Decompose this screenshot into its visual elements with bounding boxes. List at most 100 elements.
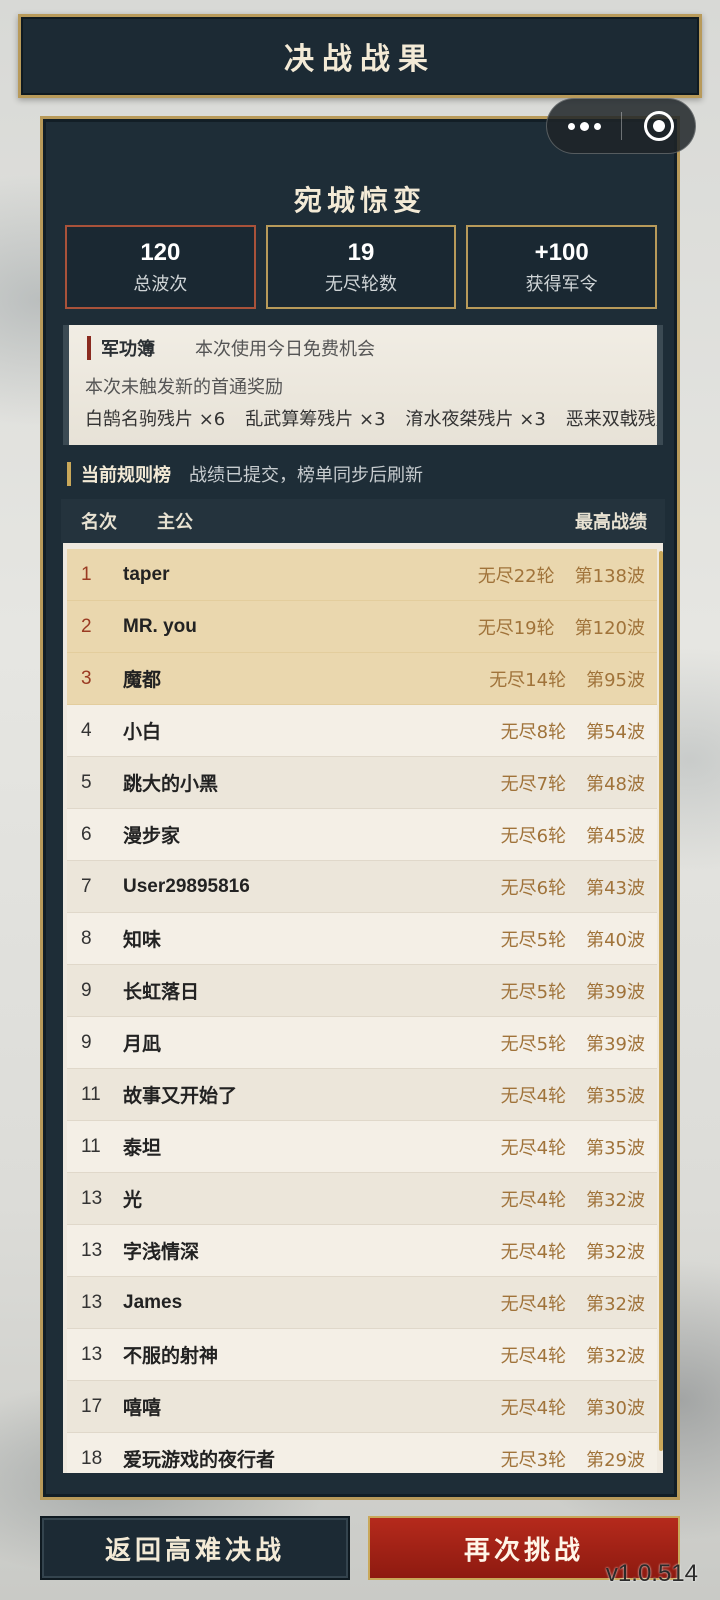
- row-name: 魔都: [123, 670, 162, 691]
- table-row[interactable]: 3 魔都 无尽14轮 第95波: [67, 653, 657, 705]
- row-name: 嘻嘻: [123, 1398, 162, 1419]
- mini-program-capsule: [546, 98, 696, 154]
- row-wave: 第32波: [586, 1241, 645, 1263]
- row-wave: 第120波: [574, 617, 645, 639]
- row-rank: 13: [81, 1343, 103, 1365]
- table-row[interactable]: 13 字浅情深 无尽4轮 第32波: [67, 1225, 657, 1277]
- stat-label: 获得军令: [525, 273, 598, 295]
- row-endless: 无尽4轮: [500, 1241, 567, 1263]
- row-endless: 无尽22轮: [477, 565, 555, 587]
- table-row[interactable]: 18 爱玩游戏的夜行者 无尽3轮 第29波: [67, 1433, 657, 1473]
- table-row[interactable]: 6 漫步家 无尽6轮 第45波: [67, 809, 657, 861]
- stats-row: 120 总波次 19 无尽轮数 +100 获得军令: [65, 225, 658, 309]
- table-row[interactable]: 2 MR. you 无尽19轮 第120波: [67, 601, 657, 653]
- row-wave: 第32波: [586, 1189, 645, 1211]
- col-rank: 名次: [81, 512, 117, 533]
- row-rank: 7: [81, 875, 92, 897]
- row-name: 月凪: [123, 1034, 162, 1055]
- table-row[interactable]: 9 月凪 无尽5轮 第39波: [67, 1017, 657, 1069]
- row-endless: 无尽5轮: [500, 981, 567, 1003]
- stat-label: 总波次: [133, 273, 188, 295]
- row-wave: 第54波: [586, 721, 645, 743]
- page-title: 决战战果: [284, 42, 436, 77]
- row-endless: 无尽6轮: [500, 877, 567, 899]
- merit-rewards: 白鹄名驹残片 ×6 乱武算筹残片 ×3 淯水夜桀残片 ×3 恶来双戟残片: [85, 405, 663, 431]
- row-endless: 无尽4轮: [500, 1189, 567, 1211]
- merit-note: 本次使用今日免费机会: [195, 339, 375, 360]
- row-name: 漫步家: [123, 826, 181, 847]
- table-row[interactable]: 11 故事又开始了 无尽4轮 第35波: [67, 1069, 657, 1121]
- scrollbar[interactable]: [659, 551, 663, 1451]
- row-rank: 13: [81, 1187, 103, 1209]
- more-icon[interactable]: [547, 99, 621, 153]
- leaderboard-accent-bar: [67, 462, 71, 486]
- row-rank: 8: [81, 927, 92, 949]
- row-wave: 第32波: [586, 1345, 645, 1367]
- row-endless: 无尽6轮: [500, 825, 567, 847]
- row-name: 跳大的小黑: [123, 774, 219, 795]
- row-rank: 9: [81, 1031, 92, 1053]
- row-name: 泰坦: [123, 1138, 162, 1159]
- row-name: 长虹落日: [123, 982, 200, 1003]
- merit-title: 军功簿: [101, 339, 155, 360]
- row-name: taper: [123, 563, 170, 585]
- table-row[interactable]: 11 泰坦 无尽4轮 第35波: [67, 1121, 657, 1173]
- leaderboard-header: 名次 主公 最高战绩: [61, 499, 665, 543]
- row-endless: 无尽4轮: [500, 1293, 567, 1315]
- leaderboard-subtitle: 战绩已提交，榜单同步后刷新: [189, 465, 423, 486]
- row-name: James: [123, 1291, 183, 1313]
- row-wave: 第32波: [586, 1293, 645, 1315]
- row-name: 知味: [123, 930, 162, 951]
- stat-orders-gained: +100 获得军令: [466, 225, 658, 309]
- leaderboard-list[interactable]: 1 taper 无尽22轮 第138波 2 MR. you 无尽19轮 第120波 3 魔都 无尽1…: [63, 543, 663, 1473]
- table-row[interactable]: 13 光 无尽4轮 第32波: [67, 1173, 657, 1225]
- row-rank: 11: [81, 1083, 101, 1105]
- row-rank: 1: [81, 563, 92, 585]
- row-endless: 无尽8轮: [500, 721, 567, 743]
- table-row[interactable]: 17 嘻嘻 无尽4轮 第30波: [67, 1381, 657, 1433]
- title-bar: 决战战果: [18, 14, 702, 98]
- close-icon[interactable]: [622, 99, 695, 153]
- leaderboard-heading: 当前规则榜 战绩已提交，榜单同步后刷新: [67, 461, 423, 487]
- row-name: 故事又开始了: [123, 1086, 238, 1107]
- row-rank: 18: [81, 1447, 103, 1469]
- table-row[interactable]: 1 taper 无尽22轮 第138波: [67, 549, 657, 601]
- back-button[interactable]: 返回高难决战: [40, 1516, 350, 1580]
- reward-item: 乱武算筹残片 ×3: [245, 409, 386, 430]
- table-row[interactable]: 9 长虹落日 无尽5轮 第39波: [67, 965, 657, 1017]
- row-name: 爱玩游戏的夜行者: [123, 1450, 276, 1471]
- stat-value: 120: [140, 238, 181, 266]
- stat-endless-rounds: 19 无尽轮数: [265, 225, 457, 309]
- reward-item: 白鹄名驹残片 ×6: [85, 409, 226, 430]
- row-name: User29895816: [123, 875, 250, 897]
- row-endless: 无尽4轮: [500, 1085, 567, 1107]
- row-endless: 无尽7轮: [500, 773, 567, 795]
- table-row[interactable]: 8 知味 无尽5轮 第40波: [67, 913, 657, 965]
- row-wave: 第39波: [586, 1033, 645, 1055]
- row-name: MR. you: [123, 615, 197, 637]
- table-row[interactable]: 13 James 无尽4轮 第32波: [67, 1277, 657, 1329]
- row-endless: 无尽5轮: [500, 1033, 567, 1055]
- table-row[interactable]: 7 User29895816 无尽6轮 第43波: [67, 861, 657, 913]
- level-name: 宛城惊变: [293, 184, 426, 217]
- leaderboard-title: 当前规则榜: [81, 465, 171, 486]
- row-rank: 2: [81, 615, 92, 637]
- row-rank: 9: [81, 979, 92, 1001]
- table-row[interactable]: 13 不服的射神 无尽4轮 第32波: [67, 1329, 657, 1381]
- table-row[interactable]: 4 小白 无尽8轮 第54波: [67, 705, 657, 757]
- row-wave: 第95波: [586, 669, 645, 691]
- stat-value: 19: [347, 238, 375, 266]
- merit-book: 军功簿 本次使用今日免费机会 本次未触发新的首通奖励 白鹄名驹残片 ×6 乱武算…: [63, 325, 663, 445]
- table-row[interactable]: 5 跳大的小黑 无尽7轮 第48波: [67, 757, 657, 809]
- col-best: 最高战绩: [575, 512, 647, 533]
- merit-first-clear: 本次未触发新的首通奖励: [85, 377, 283, 398]
- row-rank: 13: [81, 1291, 103, 1313]
- stat-value: +100: [534, 238, 589, 266]
- row-name: 光: [123, 1190, 143, 1211]
- row-endless: 无尽4轮: [500, 1137, 567, 1159]
- col-name: 主公: [157, 512, 193, 533]
- row-endless: 无尽5轮: [500, 929, 567, 951]
- row-name: 字浅情深: [123, 1242, 200, 1263]
- row-wave: 第39波: [586, 981, 645, 1003]
- reward-item: 恶来双戟残片: [565, 409, 663, 430]
